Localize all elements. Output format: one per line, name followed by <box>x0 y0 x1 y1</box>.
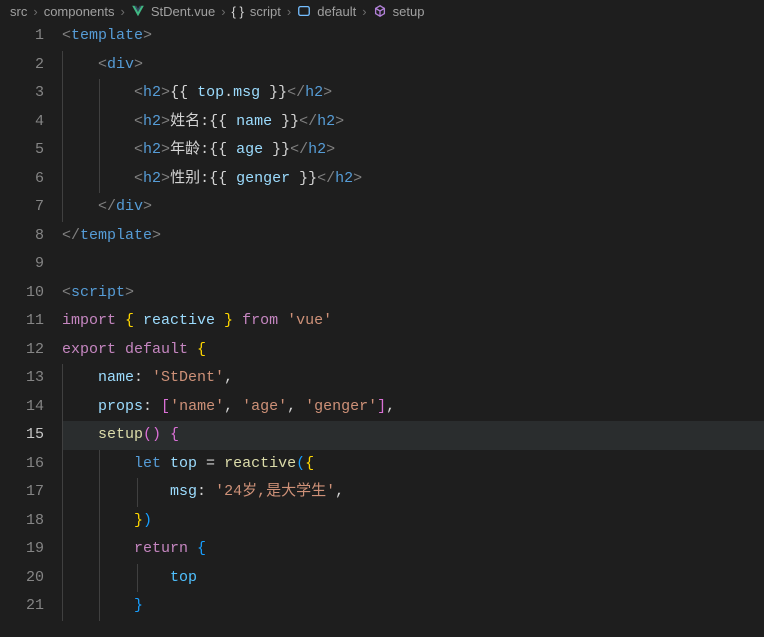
line-number: 21 <box>0 592 44 621</box>
code-line[interactable]: </div> <box>62 193 764 222</box>
code-line[interactable]: </template> <box>62 222 764 251</box>
symbol-icon <box>297 4 311 18</box>
line-number: 17 <box>0 478 44 507</box>
code-content[interactable]: <template> <div> <h2>{{ top.msg }}</h2> … <box>62 22 764 621</box>
chevron-right-icon: › <box>221 4 225 19</box>
line-number: 6 <box>0 165 44 194</box>
code-line[interactable]: <h2>性别:{{ genger }}</h2> <box>62 165 764 194</box>
breadcrumb-item[interactable]: src <box>10 4 27 19</box>
line-number-gutter: 1 2 3 4 5 6 7 8 9 10 11 12 13 14 15 16 1… <box>0 22 62 621</box>
line-number: 8 <box>0 222 44 251</box>
code-line[interactable]: setup() { <box>62 421 764 450</box>
line-number: 1 <box>0 22 44 51</box>
breadcrumb-item[interactable]: setup <box>393 4 425 19</box>
code-line[interactable]: } <box>62 592 764 621</box>
line-number: 18 <box>0 507 44 536</box>
breadcrumb-item[interactable]: default <box>317 4 356 19</box>
code-line[interactable]: return { <box>62 535 764 564</box>
line-number: 10 <box>0 279 44 308</box>
line-number: 19 <box>0 535 44 564</box>
line-number: 7 <box>0 193 44 222</box>
code-line[interactable] <box>62 250 764 279</box>
line-number: 2 <box>0 51 44 80</box>
code-line[interactable]: <h2>年龄:{{ age }}</h2> <box>62 136 764 165</box>
line-number: 5 <box>0 136 44 165</box>
chevron-right-icon: › <box>33 4 37 19</box>
code-line[interactable]: <template> <box>62 22 764 51</box>
line-number: 16 <box>0 450 44 479</box>
chevron-right-icon: › <box>121 4 125 19</box>
breadcrumb-item[interactable]: components <box>44 4 115 19</box>
code-line[interactable]: <h2>{{ top.msg }}</h2> <box>62 79 764 108</box>
code-line[interactable]: name: 'StDent', <box>62 364 764 393</box>
vue-icon <box>131 4 145 18</box>
code-line[interactable]: import { reactive } from 'vue' <box>62 307 764 336</box>
code-line[interactable]: <h2>姓名:{{ name }}</h2> <box>62 108 764 137</box>
line-number: 9 <box>0 250 44 279</box>
code-line[interactable]: export default { <box>62 336 764 365</box>
breadcrumb[interactable]: src › components › StDent.vue › { } scri… <box>0 0 764 22</box>
breadcrumb-item[interactable]: StDent.vue <box>151 4 215 19</box>
code-line[interactable]: msg: '24岁,是大学生', <box>62 478 764 507</box>
line-number: 4 <box>0 108 44 137</box>
code-line[interactable]: props: ['name', 'age', 'genger'], <box>62 393 764 422</box>
code-line[interactable]: <script> <box>62 279 764 308</box>
cube-icon <box>373 4 387 18</box>
line-number: 11 <box>0 307 44 336</box>
breadcrumb-item[interactable]: script <box>250 4 281 19</box>
code-line[interactable]: top <box>62 564 764 593</box>
code-line[interactable]: <div> <box>62 51 764 80</box>
line-number: 20 <box>0 564 44 593</box>
line-number: 12 <box>0 336 44 365</box>
chevron-right-icon: › <box>362 4 366 19</box>
line-number: 3 <box>0 79 44 108</box>
line-number: 13 <box>0 364 44 393</box>
braces-icon: { } <box>232 4 244 19</box>
code-editor[interactable]: 1 2 3 4 5 6 7 8 9 10 11 12 13 14 15 16 1… <box>0 22 764 621</box>
code-line[interactable]: let top = reactive({ <box>62 450 764 479</box>
line-number: 15 <box>0 421 44 450</box>
code-line[interactable]: }) <box>62 507 764 536</box>
line-number: 14 <box>0 393 44 422</box>
chevron-right-icon: › <box>287 4 291 19</box>
